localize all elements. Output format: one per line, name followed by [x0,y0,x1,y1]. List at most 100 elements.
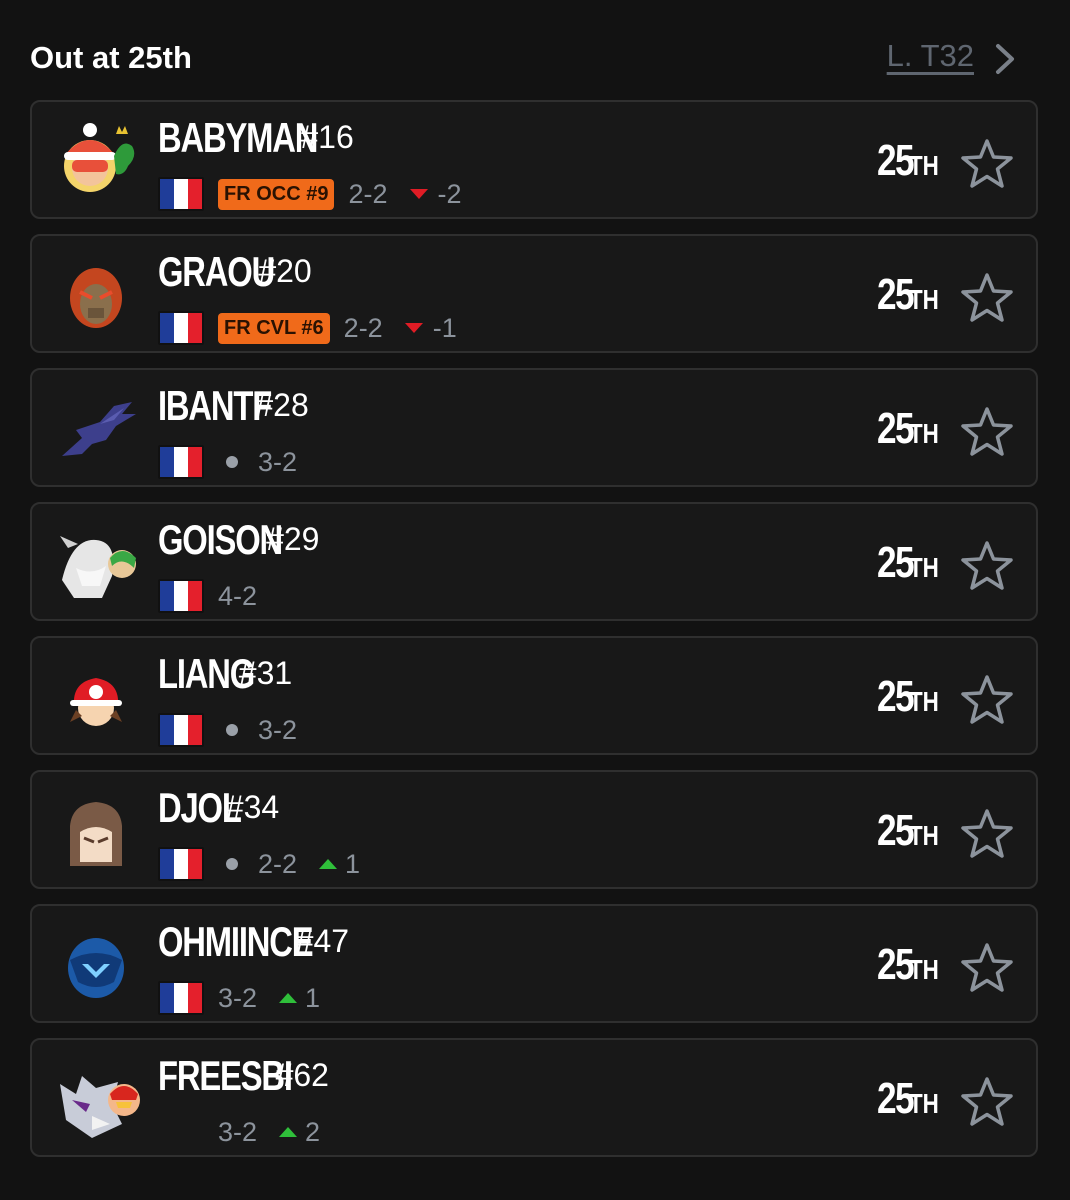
player-tag: DJOL [158,784,242,831]
placement-suffix: TH [908,954,939,985]
france-flag-icon [158,311,204,345]
player-name: FREESBI#62 [158,1052,383,1100]
player-row[interactable]: FREESBI#62 3-2 2 25TH [30,1038,1038,1157]
player-info: 3-2 [158,710,297,750]
player-name: GRAOU#20 [158,248,360,296]
seed-delta-value: -2 [437,178,462,209]
player-tag: IBANTF [158,382,272,429]
star-icon[interactable] [960,138,1014,190]
player-row[interactable]: GRAOU#20 FR CVL #6 2-2 -1 25TH [30,234,1038,353]
player-info: 3-2 2 [158,1112,320,1152]
placement-suffix: TH [908,418,939,449]
placement-number: 25 [876,1074,915,1123]
seed-delta: 1 [279,983,320,1014]
player-row[interactable]: GOISON#29 4-2 25TH [30,502,1038,621]
seed-delta-value: 1 [305,982,321,1013]
kazuya-icon [70,802,122,866]
placement-suffix: TH [908,150,939,181]
player-row[interactable]: OHMIINCE#47 3-2 1 25TH [30,904,1038,1023]
player-row[interactable]: LIANG#31 3-2 25TH [30,636,1038,755]
placement-number: 25 [876,404,915,453]
player-name: IBANTF#28 [158,382,356,430]
win-loss-record: 4-2 [218,580,258,611]
star-icon[interactable] [960,540,1014,592]
player-info: 3-2 [158,442,297,482]
player-tag: OHMIINCE [158,918,314,965]
win-loss-record: 3-2 [218,1116,258,1147]
player-info: 4-2 [158,576,257,616]
placement-number: 25 [876,136,915,185]
player-name: DJOL#34 [158,784,317,832]
france-flag-icon [158,981,204,1015]
player-name: OHMIINCE#47 [158,918,409,966]
player-name: BABYMAN#16 [158,114,416,162]
win-loss-record: 2-2 [348,178,388,209]
player-name: LIANG#31 [158,650,335,698]
player-row[interactable]: IBANTF#28 3-2 25TH [30,368,1038,487]
player-info: 3-2 1 [158,978,320,1018]
placement-suffix: TH [908,1088,939,1119]
ganondorf-icon [70,268,122,328]
seed-delta: 2 [279,1117,320,1148]
star-icon[interactable] [960,674,1014,726]
star-icon[interactable] [960,942,1014,994]
player-row[interactable]: BABYMAN#16 FR OCC #9 2-2 -2 25TH [30,100,1038,219]
neutral-dot-icon [226,858,238,870]
player-tag: LIANG [158,650,255,697]
star-icon[interactable] [960,808,1014,860]
placement-suffix: TH [908,284,939,315]
france-flag-icon [158,177,204,211]
section-header: Out at 25th L. T32 [30,36,1030,80]
neutral-dot-icon [226,724,238,736]
player-row[interactable]: DJOL#34 2-2 1 25TH [30,770,1038,889]
ridley-icon [62,402,136,456]
placement-number: 25 [876,270,915,319]
placement: 25TH [868,404,946,454]
trend-up-icon [279,993,298,1003]
region-rank-badge: FR OCC #9 [218,178,335,210]
placement: 25TH [868,538,946,588]
placement-number: 25 [876,940,915,989]
win-loss-record: 2-2 [343,312,383,343]
placement: 25TH [868,940,946,990]
star-icon[interactable] [960,1076,1014,1128]
round-link[interactable]: L. T32 [887,38,974,74]
wolf-icon [60,1076,140,1138]
win-loss-record: 2-2 [258,848,298,879]
player-info: 2-2 1 [158,844,360,884]
placement-number: 25 [876,672,915,721]
star-icon[interactable] [960,406,1014,458]
placement-number: 25 [876,538,915,587]
placement-number: 25 [876,806,915,855]
trend-up-icon [319,859,338,869]
seed-delta: 1 [319,849,360,880]
corrin-icon [60,536,136,598]
trend-down-icon [409,189,428,199]
win-loss-record: 3-2 [258,446,298,477]
france-flag-icon [158,713,204,747]
player-tag: GOISON [158,516,283,563]
neutral-dot-icon [226,456,238,468]
chevron-right-icon[interactable] [990,42,1020,76]
placement-suffix: TH [908,820,939,851]
placement-suffix: TH [908,552,939,583]
seed-delta: -2 [409,178,462,210]
placement: 25TH [868,270,946,320]
placement: 25TH [868,806,946,856]
seed-delta: -1 [404,312,457,344]
seed-delta-value: 2 [305,1116,321,1147]
player-tag: BABYMAN [158,114,318,161]
player-info: FR OCC #9 2-2 -2 [158,174,462,214]
win-loss-record: 3-2 [258,714,298,745]
dark-samus-icon [68,938,124,998]
placement: 25TH [868,672,946,722]
player-info: FR CVL #6 2-2 -1 [158,308,457,348]
seed-delta-value: -1 [432,312,457,343]
star-icon[interactable] [960,272,1014,324]
placement-suffix: TH [908,686,939,717]
trend-up-icon [279,1127,298,1137]
france-flag-icon [158,579,204,613]
pokemon-trainer-icon [70,678,122,726]
france-flag-icon [158,847,204,881]
seed-delta-value: 1 [345,848,361,879]
